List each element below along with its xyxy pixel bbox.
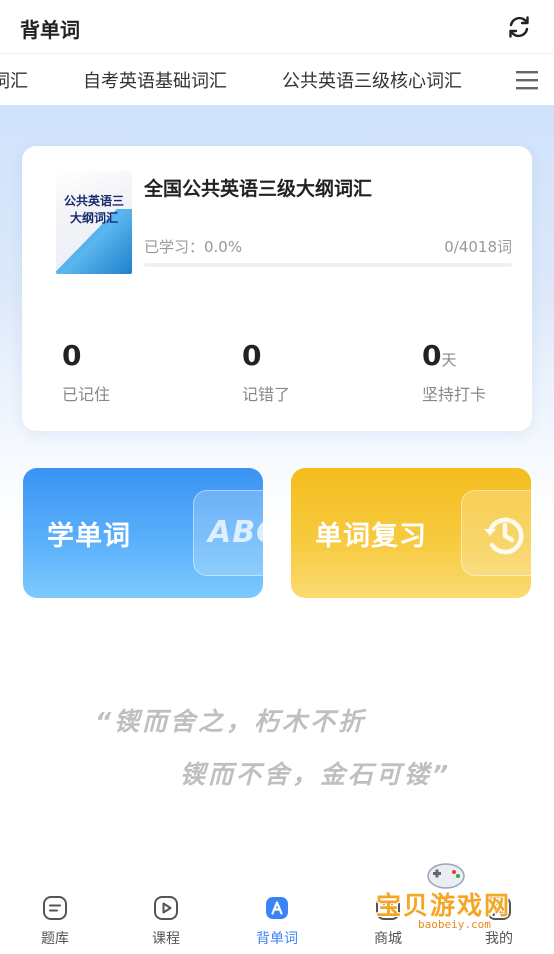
learn-words-button[interactable]: 学单词 ABC xyxy=(23,468,263,598)
progress-bar xyxy=(144,263,512,267)
sync-icon[interactable] xyxy=(506,14,532,40)
nav-label: 课程 xyxy=(152,931,180,947)
progress-label: 已学习：0.0% xyxy=(144,238,243,256)
watermark: 宝贝游戏网 baobeiy.com xyxy=(368,858,548,948)
abc-badge: ABC xyxy=(193,490,263,576)
watermark-url: baobeiy.com xyxy=(418,918,491,931)
vocabulary-icon xyxy=(266,897,288,919)
current-book-card[interactable]: 公共英语三 大纲词汇 全国公共英语三级大纲词汇 已学习：0.0% 0/4018词… xyxy=(22,146,532,431)
stat-label: 记错了 xyxy=(242,385,291,404)
clock-icon xyxy=(484,517,524,555)
book-title: 全国公共英语三级大纲词汇 xyxy=(144,178,373,200)
tab-vocabulary[interactable]: 词汇 xyxy=(0,67,28,93)
clock-badge xyxy=(461,490,531,576)
review-words-button[interactable]: 单词复习 xyxy=(291,468,531,598)
stat-mistakes: 0 记错了 xyxy=(242,341,290,405)
nav-vocabulary[interactable]: 背单词 xyxy=(222,894,332,948)
progress-count: 0/4018词 xyxy=(444,238,512,256)
stat-value: 0 xyxy=(422,339,442,372)
learn-words-label: 学单词 xyxy=(47,521,131,552)
stat-value: 0 xyxy=(242,339,262,372)
app-header: 背单词 xyxy=(0,0,554,54)
tab-self-study-english-basic[interactable]: 自考英语基础词汇 xyxy=(83,67,227,93)
tab-pets3-core[interactable]: 公共英语三级核心词汇 xyxy=(282,67,462,93)
stat-label: 坚持打卡 xyxy=(422,385,487,404)
quote-line-2: 锲而不舍，金石可镂” xyxy=(180,760,452,789)
review-words-label: 单词复习 xyxy=(315,521,427,552)
menu-icon[interactable] xyxy=(500,55,554,105)
stat-remembered: 0 已记住 xyxy=(62,341,110,405)
stat-unit: 天 xyxy=(441,351,457,369)
book-cover: 公共英语三 大纲词汇 xyxy=(56,171,132,274)
nav-label: 背单词 xyxy=(256,931,298,947)
stat-label: 已记住 xyxy=(62,385,111,404)
course-play-icon xyxy=(154,896,178,920)
page-title: 背单词 xyxy=(20,18,80,42)
nav-courses[interactable]: 课程 xyxy=(111,894,221,948)
nav-question-bank[interactable]: 题库 xyxy=(0,894,110,948)
stat-checkin-days: 0天 坚持打卡 xyxy=(422,341,486,405)
nav-label: 题库 xyxy=(41,931,69,947)
category-tabs: 词汇 自考英语基础词汇 公共英语三级核心词汇 xyxy=(0,55,554,105)
quote-line-1: “锲而舍之，朽木不折 xyxy=(95,707,367,736)
book-cover-title: 公共英语三 大纲词汇 xyxy=(63,194,124,225)
stat-value: 0 xyxy=(62,339,82,372)
abc-icon: ABC xyxy=(208,515,263,550)
tabs-fade xyxy=(472,55,502,105)
watermark-text: 宝贝游戏网 xyxy=(376,891,512,920)
question-bank-icon xyxy=(43,896,67,920)
